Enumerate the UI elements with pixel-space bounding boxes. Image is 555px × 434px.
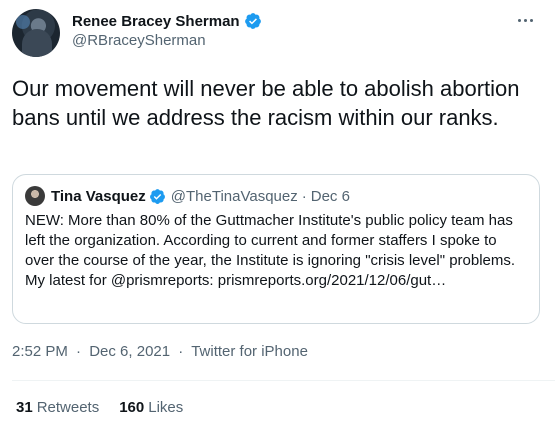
likes-count: 160 xyxy=(119,399,145,416)
meta-separator: · xyxy=(178,343,184,360)
retweets-label: Retweets xyxy=(36,399,100,416)
divider xyxy=(12,380,555,381)
tweet-card: Renee Bracey Sherman @RBraceySherman Our… xyxy=(0,0,555,434)
tweet-date[interactable]: Dec 6, 2021 xyxy=(89,343,170,360)
avatar-figure xyxy=(22,29,52,57)
quoted-avatar xyxy=(25,186,45,206)
author-name-row: Renee Bracey Sherman xyxy=(72,12,262,30)
meta-separator: · xyxy=(76,343,82,360)
tweet-meta: 2:52 PM · Dec 6, 2021 · Twitter for iPho… xyxy=(12,343,308,360)
quoted-tweet-text: NEW: More than 80% of the Guttmacher Ins… xyxy=(25,212,516,289)
quoted-separator: · xyxy=(301,187,307,205)
quoted-verified-badge-icon xyxy=(149,188,165,204)
tweet-source[interactable]: Twitter for iPhone xyxy=(191,343,308,360)
tweet-stats: 31 Retweets 160 Likes xyxy=(16,399,203,416)
quoted-date: Dec 6 xyxy=(310,187,350,205)
retweets-count: 31 xyxy=(16,399,33,416)
avatar[interactable] xyxy=(12,9,60,57)
tweet-text: Our movement will never be able to aboli… xyxy=(12,76,520,130)
verified-badge-icon xyxy=(244,13,261,29)
more-options-icon[interactable] xyxy=(513,10,537,30)
author-display-name[interactable]: Renee Bracey Sherman xyxy=(72,13,240,30)
quoted-handle: @TheTinaVasquez xyxy=(170,187,298,205)
likes-stat[interactable]: 160 Likes xyxy=(119,399,183,416)
quoted-tweet[interactable]: Tina Vasquez @TheTinaVasquez · Dec 6 NEW… xyxy=(12,174,540,324)
retweets-stat[interactable]: 31 Retweets xyxy=(16,399,99,416)
avatar-highlight xyxy=(16,15,30,29)
quoted-display-name: Tina Vasquez xyxy=(51,187,146,205)
quoted-tweet-header: Tina Vasquez @TheTinaVasquez · Dec 6 xyxy=(25,186,350,206)
tweet-time[interactable]: 2:52 PM xyxy=(12,343,68,360)
likes-label: Likes xyxy=(148,399,184,416)
author-handle[interactable]: @RBraceySherman xyxy=(72,32,206,49)
